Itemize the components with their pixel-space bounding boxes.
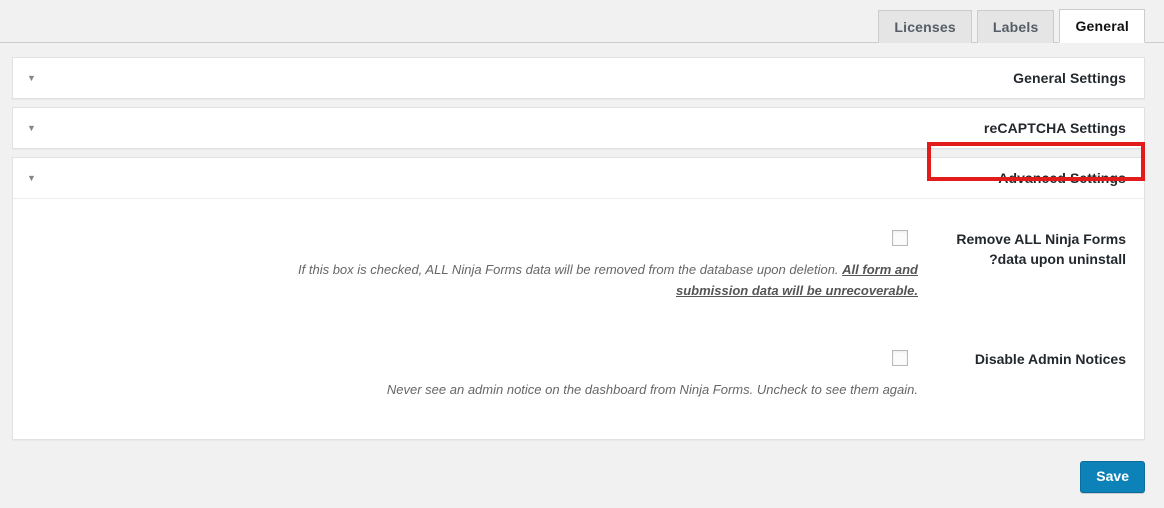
panel-advanced-settings-title: Advanced Settings (998, 170, 1126, 186)
setting-row-disable-admin-notices: Disable Admin Notices Never see an admin… (13, 337, 1144, 411)
tab-licenses-label: Licenses (894, 19, 956, 35)
panel-general-settings: ▼ General Settings (12, 57, 1145, 99)
tab-licenses[interactable]: Licenses (878, 10, 972, 43)
settings-footer: Save (12, 452, 1145, 502)
setting-label-remove-data-on-uninstall: Remove ALL Ninja Forms data upon uninsta… (956, 231, 1126, 268)
checkbox-remove-data-on-uninstall[interactable] (892, 230, 908, 246)
setting-field-disable-admin-notices: Never see an admin notice on the dashboa… (27, 347, 936, 401)
setting-label-disable-admin-notices: Disable Admin Notices (974, 351, 1126, 367)
panel-advanced-settings: ▼ Advanced Settings Remove ALL Ninja For… (12, 142, 1145, 440)
settings-panel-list: ▼ General Settings ▼ reCAPTCHA Settings … (12, 57, 1145, 448)
panel-recaptcha-settings-title: reCAPTCHA Settings (983, 120, 1126, 136)
setting-description-text: If this box is checked, ALL Ninja Forms … (298, 262, 843, 277)
setting-description-text: Never see an admin notice on the dashboa… (386, 382, 918, 397)
panel-recaptcha-settings: ▼ reCAPTCHA Settings (12, 107, 1145, 149)
tab-general-label: General (1075, 18, 1129, 34)
chevron-down-icon[interactable]: ▼ (27, 123, 41, 133)
panel-general-settings-header[interactable]: ▼ General Settings (13, 58, 1144, 98)
tab-labels-label: Labels (992, 19, 1039, 35)
panel-advanced-settings-header[interactable]: ▼ Advanced Settings (13, 142, 1145, 198)
tab-general[interactable]: General (1059, 9, 1145, 43)
setting-description-remove-data-on-uninstall: If this box is checked, ALL Ninja Forms … (278, 260, 918, 302)
chevron-down-icon[interactable]: ▼ (27, 73, 41, 83)
tab-labels[interactable]: Labels (976, 10, 1055, 43)
save-button[interactable]: Save (1080, 461, 1145, 493)
settings-tab-bar: General Labels Licenses (0, 0, 1164, 43)
setting-field-remove-data-on-uninstall: If this box is checked, ALL Ninja Forms … (27, 227, 936, 302)
panel-recaptcha-settings-header[interactable]: ▼ reCAPTCHA Settings (13, 108, 1144, 148)
setting-description-disable-admin-notices: Never see an admin notice on the dashboa… (278, 380, 918, 401)
chevron-down-icon[interactable]: ▼ (27, 173, 41, 183)
panel-general-settings-title: General Settings (1013, 70, 1126, 86)
panel-advanced-settings-body: Remove ALL Ninja Forms data upon uninsta… (13, 198, 1144, 439)
checkbox-disable-admin-notices[interactable] (892, 350, 908, 366)
setting-row-remove-data-on-uninstall: Remove ALL Ninja Forms data upon uninsta… (13, 217, 1144, 337)
